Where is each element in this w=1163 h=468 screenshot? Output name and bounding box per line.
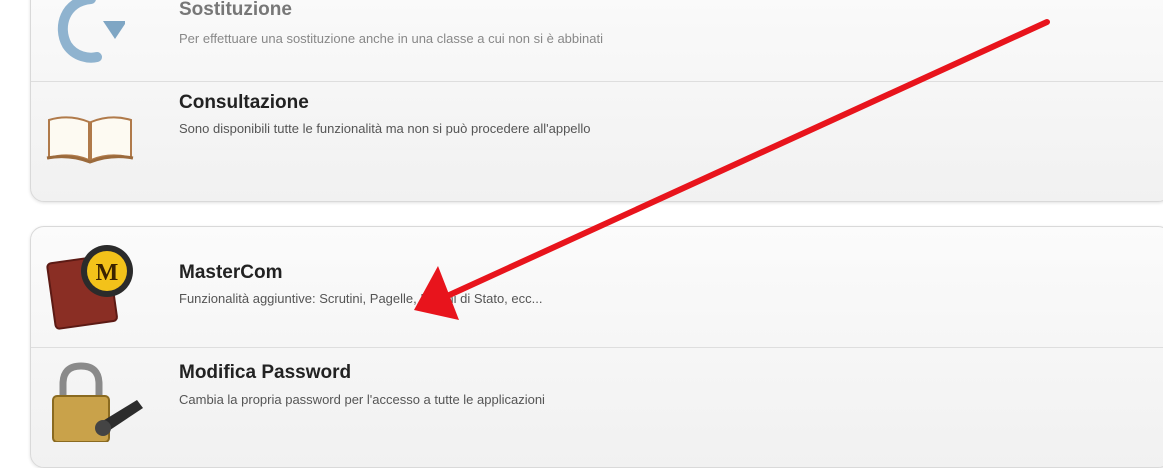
menu-item-description: Cambia la propria password per l'accesso… (179, 392, 545, 407)
open-book-icon (46, 116, 134, 164)
mastercom-logo-icon: M (46, 245, 133, 330)
refresh-arrows-icon (58, 0, 125, 63)
menu-item-description: Per effettuare una sostituzione anche in… (179, 31, 603, 46)
menu-panel-top: Sostituzione Per effettuare una sostituz… (30, 0, 1163, 202)
menu-item-consultazione[interactable]: Consultazione Sono disponibili tutte le … (31, 82, 1163, 201)
menu-item-title: MasterCom (179, 262, 283, 283)
menu-item-modifica-password[interactable]: Modifica Password Cambia la propria pass… (31, 348, 1163, 467)
menu-item-description: Funzionalità aggiuntive: Scrutini, Pagel… (179, 291, 543, 306)
menu-item-title: Modifica Password (179, 362, 352, 383)
menu-item-title: Sostituzione (179, 0, 292, 20)
menu-item-title: Consultazione (179, 92, 309, 113)
menu-item-mastercom[interactable]: M MasterCom Funzionalità aggiuntive: Scr… (31, 227, 1163, 347)
padlock-key-icon (52, 362, 143, 442)
menu-item-sostituzione[interactable]: Sostituzione Per effettuare una sostituz… (31, 0, 1163, 81)
mastercom-logo-letter: M (96, 260, 119, 286)
menu-item-description: Sono disponibili tutte le funzionalità m… (179, 121, 591, 136)
